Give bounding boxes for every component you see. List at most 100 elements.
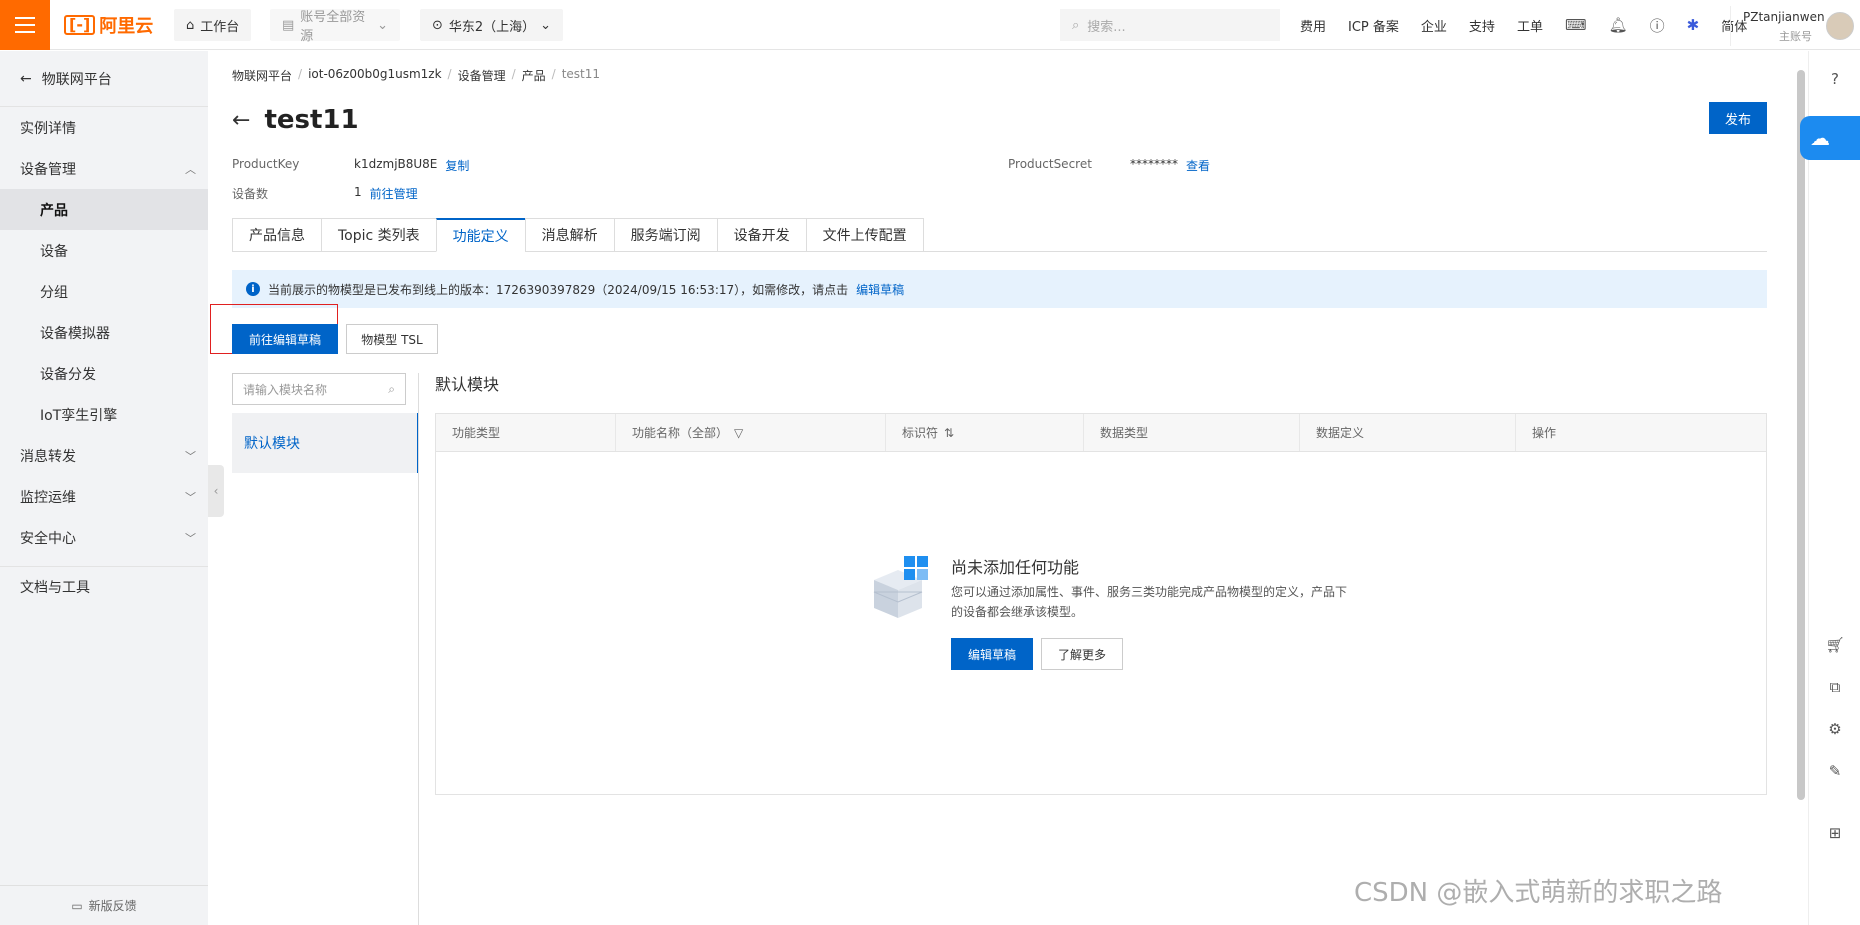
tab-device-development[interactable]: 设备开发 — [716, 218, 806, 252]
column-header-actions: 操作 — [1516, 414, 1766, 451]
resource-scope-dropdown[interactable]: ▤ 账号全部资源 ⌄ — [270, 9, 400, 44]
location-icon: ⊙ — [432, 17, 443, 33]
ai-assistant-icon[interactable]: ✱ — [1687, 16, 1700, 34]
filter-icon[interactable]: ▽ — [734, 426, 743, 440]
sidebar-item-instance-details[interactable]: 实例详情 — [0, 107, 208, 148]
region-dropdown[interactable]: ⊙ 华东2（上海） ⌄ — [420, 9, 563, 41]
tab-file-upload-config[interactable]: 文件上传配置 — [805, 218, 924, 252]
home-icon: ⌂ — [186, 17, 195, 33]
sidebar-item-label: 设备管理 — [20, 161, 76, 178]
tsl-button[interactable]: 物模型 TSL — [346, 324, 438, 354]
user-role: 主账号 — [1779, 30, 1812, 43]
right-rail: ? 🛒︎ ⧉ ⚙ ✎ ⊞ — [1808, 51, 1860, 925]
breadcrumb-item[interactable]: 设备管理 — [458, 67, 506, 84]
floating-assistant-icon[interactable]: ☁ — [1800, 116, 1860, 160]
module-search-input[interactable]: 请输入模块名称 ⌕ — [232, 373, 406, 405]
breadcrumb-item[interactable]: 物联网平台 — [232, 67, 292, 84]
sidebar-item-docs-tools[interactable]: 文档与工具 — [0, 566, 208, 607]
page-scrollbar[interactable] — [1796, 60, 1806, 920]
sidebar-item-device-simulator[interactable]: 设备模拟器 — [0, 312, 208, 353]
workbench-button[interactable]: ⌂ 工作台 — [174, 9, 252, 41]
feedback-button[interactable]: ▭ 新版反馈 — [0, 885, 208, 925]
go-edit-draft-button[interactable]: 前往编辑草稿 — [232, 324, 338, 354]
help-circle-icon[interactable]: ? — [1823, 67, 1847, 91]
product-key-row: ProductKey k1dzmjB8U8E 复制 — [232, 157, 469, 174]
tab-topic-list[interactable]: Topic 类列表 — [321, 218, 436, 252]
tab-bar: 产品信息 Topic 类列表 功能定义 消息解析 服务端订阅 设备开发 文件上传… — [232, 218, 924, 252]
help-icon[interactable]: ⓘ — [1650, 15, 1665, 36]
view-secret-link[interactable]: 查看 — [1186, 157, 1210, 174]
bell-icon[interactable]: 🔔︎ — [1609, 16, 1628, 34]
sort-icon[interactable]: ⇅ — [944, 426, 954, 440]
empty-cube-icon — [873, 556, 928, 618]
global-search-input[interactable]: ⌕ 搜索... — [1060, 9, 1280, 41]
user-menu[interactable]: PZtanjianwen 主账号 — [1730, 6, 1860, 46]
column-header-label: 功能类型 — [452, 426, 501, 440]
publish-button[interactable]: 发布 — [1709, 102, 1767, 134]
gear-icon[interactable]: ⚙ — [1823, 717, 1847, 741]
column-header-label: 数据类型 — [1100, 426, 1149, 440]
link-support[interactable]: 支持 — [1469, 16, 1495, 35]
column-header-type: 功能类型 — [436, 414, 616, 451]
column-header-name[interactable]: 功能名称（全部） ▽ — [616, 414, 886, 451]
empty-title: 尚未添加任何功能 — [951, 558, 1080, 577]
sidebar-item-iot-twin[interactable]: IoT孪生引擎 — [0, 394, 208, 435]
table-header: 功能类型 功能名称（全部） ▽ 标识符 ⇅ 数据类型 数据定义 操作 — [436, 414, 1766, 452]
top-links: 费用 ICP 备案 企业 支持 工单 ⌨ 🔔︎ ⓘ ✱ 简体 — [1300, 0, 1747, 50]
tab-server-subscription[interactable]: 服务端订阅 — [613, 218, 717, 252]
tab-product-info[interactable]: 产品信息 — [232, 218, 321, 252]
cart-icon[interactable]: 🛒︎ — [1823, 633, 1847, 657]
breadcrumb-separator: / — [447, 67, 452, 81]
link-ticket[interactable]: 工单 — [1517, 16, 1543, 35]
user-name: PZtanjianwen — [1743, 10, 1825, 24]
sidebar-item-security[interactable]: 安全中心 ﹀ — [0, 517, 208, 558]
top-bar: [-] 阿里云 ⌂ 工作台 ▤ 账号全部资源 ⌄ ⊙ 华东2（上海） ⌄ ⌕ 搜… — [0, 0, 1860, 50]
edit-draft-button[interactable]: 编辑草稿 — [951, 638, 1033, 670]
link-billing[interactable]: 费用 — [1300, 16, 1326, 35]
chevron-down-icon: ⌄ — [377, 17, 388, 33]
sidebar-item-device[interactable]: 设备 — [0, 230, 208, 271]
avatar — [1826, 12, 1854, 40]
column-header-label: 数据定义 — [1316, 426, 1365, 440]
column-header-identifier[interactable]: 标识符 ⇅ — [886, 414, 1084, 451]
info-icon: i — [246, 282, 260, 296]
logo-text: 阿里云 — [99, 16, 154, 37]
sidebar-item-label: 产品 — [40, 202, 68, 219]
learn-more-button[interactable]: 了解更多 — [1041, 638, 1123, 670]
sidebar-item-monitoring[interactable]: 监控运维 ﹀ — [0, 476, 208, 517]
sidebar-item-product[interactable]: 产品 — [0, 189, 208, 230]
sidebar-item-device-management[interactable]: 设备管理 ︿ — [0, 148, 208, 189]
edit-icon[interactable]: ✎ — [1823, 759, 1847, 783]
tab-function-definition[interactable]: 功能定义 — [435, 218, 525, 252]
scrollbar-thumb[interactable] — [1797, 70, 1805, 800]
tab-message-parsing[interactable]: 消息解析 — [524, 218, 614, 252]
sidebar-item-device-distribution[interactable]: 设备分发 — [0, 353, 208, 394]
product-secret-label: ProductSecret — [1008, 157, 1092, 171]
breadcrumb-item[interactable]: 产品 — [522, 67, 546, 84]
copy-link[interactable]: 复制 — [445, 157, 469, 174]
section-title: 默认模块 — [435, 375, 500, 394]
sidebar-item-message-forwarding[interactable]: 消息转发 ﹀ — [0, 435, 208, 476]
breadcrumb-item[interactable]: iot-06z00b0g1usm1zk — [308, 67, 441, 84]
menu-icon[interactable] — [0, 0, 50, 50]
notice-edit-draft-link[interactable]: 编辑草稿 — [856, 281, 904, 298]
device-count-value: 1 — [354, 185, 362, 199]
code-icon[interactable]: ⧉ — [1823, 675, 1847, 699]
link-enterprise[interactable]: 企业 — [1421, 16, 1447, 35]
terminal-icon[interactable]: ⌨ — [1565, 16, 1587, 34]
sidebar-item-label: 设备分发 — [40, 366, 96, 383]
title-row: ← test11 — [232, 105, 359, 135]
module-divider — [418, 373, 419, 925]
notice-text: 当前展示的物模型是已发布到线上的版本：1726390397829（2024/09… — [268, 282, 849, 297]
empty-description: 您可以通过添加属性、事件、服务三类功能完成产品物模型的定义，产品下的设备都会继承… — [951, 585, 1348, 619]
search-icon: ⌕ — [388, 381, 395, 396]
link-icp[interactable]: ICP 备案 — [1348, 16, 1399, 35]
module-search-placeholder: 请输入模块名称 — [243, 382, 328, 397]
sidebar-back-button[interactable]: ← 物联网平台 — [0, 51, 208, 107]
aliyun-logo[interactable]: [-] 阿里云 — [64, 13, 153, 37]
translate-icon[interactable]: ⊞ — [1823, 821, 1847, 845]
back-arrow-icon[interactable]: ← — [232, 108, 250, 133]
manage-link[interactable]: 前往管理 — [370, 185, 418, 202]
module-list-item[interactable]: 默认模块 — [232, 413, 419, 473]
sidebar-item-group[interactable]: 分组 — [0, 271, 208, 312]
